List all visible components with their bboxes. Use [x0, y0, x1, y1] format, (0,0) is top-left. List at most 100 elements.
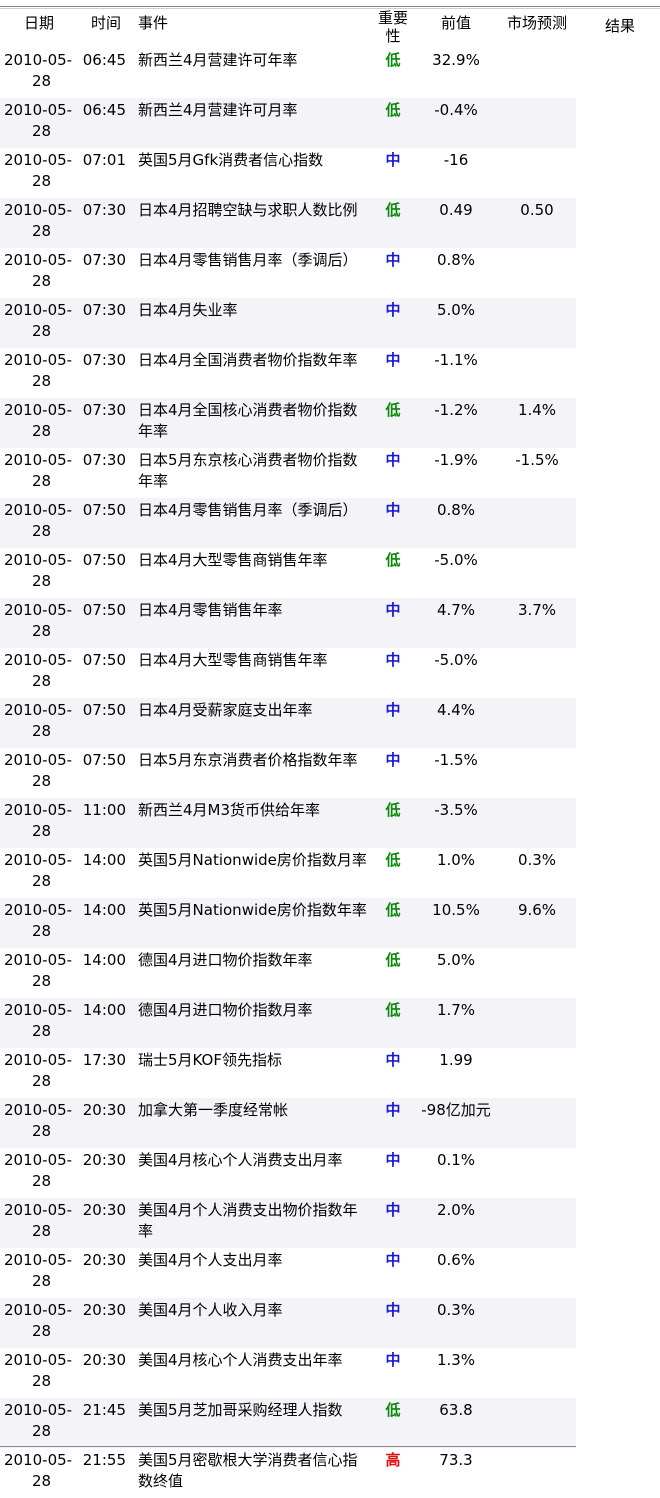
previous-value: -3.5% [414, 798, 498, 848]
date-part-2: 28 [32, 1172, 52, 1190]
header-result: 结果 [604, 17, 635, 35]
header-forecast: 市场预测 [506, 14, 567, 32]
date-cell: 2010-05- 28 [0, 898, 78, 948]
date-part-2: 28 [32, 122, 52, 140]
event-cell: 日本4月零售销售月率（季调后） [138, 251, 358, 269]
date-part-2: 28 [32, 872, 52, 890]
time-cell: 20:30 [78, 1198, 134, 1248]
forecast-value [498, 748, 576, 798]
previous-value: 1.3% [436, 1351, 476, 1369]
date-part-2: 28 [32, 222, 52, 240]
previous-value: -0.4% [414, 98, 498, 148]
previous-value: 0.3% [414, 1298, 498, 1348]
date-part-2: 28 [32, 1222, 52, 1240]
date-part-1: 2010-05- [4, 151, 73, 169]
time-cell: 14:00 [78, 898, 134, 948]
previous-value: -1.9% [434, 451, 478, 469]
time-cell: 07:01 [82, 151, 126, 169]
date-cell: 2010-05- 28 [0, 1098, 78, 1148]
importance-badge: 中 [385, 1051, 401, 1069]
event-cell: 德国4月进口物价指数月率 [134, 998, 372, 1048]
previous-value: -1.2% [414, 398, 498, 448]
event-cell: 美国4月核心个人消费支出月率 [138, 1151, 343, 1169]
date-part-2: 28 [32, 422, 52, 440]
event-cell: 日本4月零售销售月率（季调后） [134, 498, 372, 548]
header-row: 日期 时间 事件 重要性 前值 市场预测 [0, 9, 576, 48]
time-cell: 06:45 [78, 98, 134, 148]
date-part-1: 2010-05- [4, 901, 73, 919]
importance-badge: 中 [385, 651, 401, 669]
table-row: 2010-05- 28 21:45 美国5月芝加哥采购经理人指数低 63.8 [0, 1398, 576, 1448]
forecast-value [498, 1398, 576, 1448]
forecast-value [498, 348, 576, 398]
forecast-value [498, 98, 576, 148]
forecast-value [498, 298, 576, 348]
time-cell: 20:30 [78, 1298, 134, 1348]
date-part-2: 28 [32, 572, 52, 590]
date-part-1: 2010-05- [4, 401, 73, 419]
event-cell: 美国4月个人支出月率 [138, 1251, 283, 1269]
importance-badge: 低 [372, 798, 414, 848]
importance-badge: 中 [385, 251, 401, 269]
previous-value: 0.8% [414, 498, 498, 548]
forecast-value [498, 698, 576, 748]
date-part-1: 2010-05- [4, 1351, 73, 1369]
date-cell: 2010-05- 28 [0, 798, 78, 848]
date-cell: 2010-05- 28 [0, 1248, 78, 1298]
importance-badge: 中 [372, 1298, 414, 1348]
importance-badge: 中 [385, 451, 401, 469]
forecast-value [498, 1298, 576, 1348]
previous-value: 5.0% [414, 298, 498, 348]
forecast-value [498, 648, 576, 698]
forecast-value [498, 998, 576, 1048]
table-row: 2010-05- 28 20:30 美国4月个人收入月率中 0.3% [0, 1298, 576, 1348]
table-row: 2010-05- 28 07:30 日本4月零售销售月率（季调后） 中 0.8% [0, 248, 576, 298]
date-part-1: 2010-05- [4, 1101, 73, 1119]
event-cell: 美国5月芝加哥采购经理人指数 [134, 1398, 372, 1448]
header-event: 事件 [138, 14, 169, 32]
date-part-1: 2010-05- [4, 1401, 73, 1419]
date-part-2: 28 [32, 522, 52, 540]
time-cell: 07:30 [78, 198, 134, 248]
event-cell: 新西兰4月营建许可年率 [138, 51, 298, 69]
bottom-rule [0, 1446, 576, 1447]
time-cell: 07:50 [78, 698, 134, 748]
previous-value: 73.3 [439, 1451, 473, 1469]
importance-badge: 中 [372, 1198, 414, 1248]
importance-badge: 中 [385, 1251, 401, 1269]
table-row: 2010-05- 28 07:50 日本4月零售销售月率（季调后）中 0.8% [0, 498, 576, 548]
previous-value: -1.5% [434, 751, 478, 769]
date-part-1: 2010-05- [4, 501, 73, 519]
importance-badge: 低 [385, 51, 401, 69]
forecast-value: 0.50 [498, 198, 576, 248]
date-part-2: 28 [32, 722, 52, 740]
importance-badge: 低 [372, 898, 414, 948]
date-cell: 2010-05- 28 [0, 998, 78, 1048]
event-cell: 日本4月全国消费者物价指数年率 [138, 351, 358, 369]
table-row: 2010-05- 28 20:30 加拿大第一季度经常帐中 -98亿加元 [0, 1098, 576, 1148]
header-previous: 前值 [440, 14, 471, 32]
date-part-2: 28 [32, 1122, 52, 1140]
forecast-value [498, 798, 576, 848]
forecast-value [498, 1148, 576, 1198]
economic-calendar-table: 日期 时间 事件 重要性 前值 市场预测 2010-05- 28 06:45 新西兰4… [0, 9, 576, 1498]
forecast-value [498, 498, 576, 548]
date-cell: 2010-05- 28 [0, 548, 78, 598]
date-part-1: 2010-05- [4, 651, 73, 669]
importance-badge: 中 [372, 298, 414, 348]
importance-badge: 低 [372, 1398, 414, 1448]
date-part-1: 2010-05- [4, 1051, 73, 1069]
event-cell: 日本5月东京消费者价格指数年率 [138, 751, 358, 769]
time-cell: 14:00 [82, 851, 126, 869]
date-cell: 2010-05- 28 [0, 1148, 78, 1198]
event-cell: 美国5月密歇根大学消费者信心指数终值 [138, 1451, 358, 1490]
date-cell: 2010-05- 28 [0, 1198, 78, 1248]
date-cell: 2010-05- 28 [0, 948, 78, 998]
date-part-1: 2010-05- [4, 851, 73, 869]
event-cell: 美国4月个人消费支出物价指数年率 [134, 1198, 372, 1248]
time-cell: 11:00 [78, 798, 134, 848]
importance-badge: 中 [372, 1098, 414, 1148]
forecast-value [498, 248, 576, 298]
forecast-value: 9.6% [498, 898, 576, 948]
time-cell: 21:55 [82, 1451, 126, 1469]
